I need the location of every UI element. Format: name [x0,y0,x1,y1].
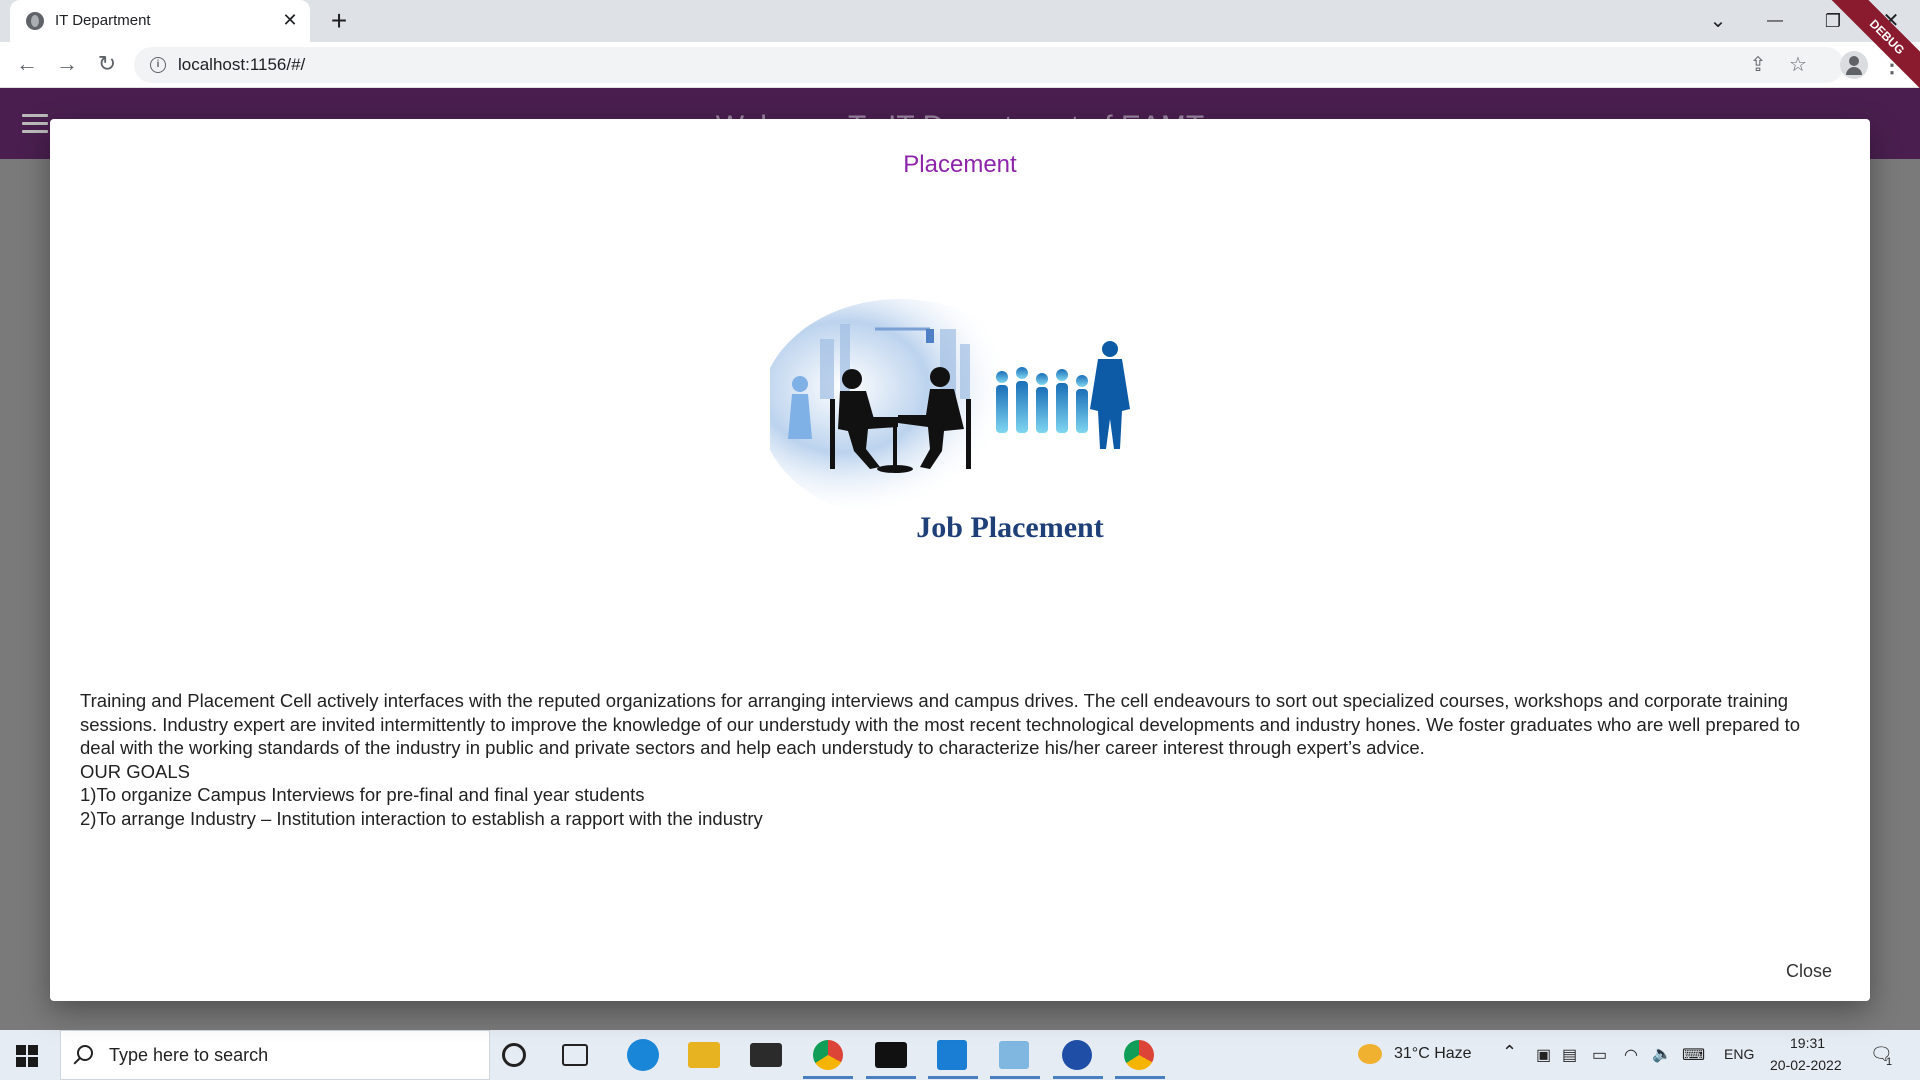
vscode-icon[interactable] [937,1040,967,1070]
meet-now-icon[interactable]: ▣ [1536,1045,1551,1065]
wifi-icon[interactable]: ◠ [1624,1045,1638,1065]
chrome-active-icon[interactable] [1124,1040,1154,1070]
taskbar-search-box[interactable]: Type here to search [60,1030,490,1080]
security-icon[interactable]: ▤ [1562,1045,1577,1065]
weather-text[interactable]: 31°C Haze [1394,1045,1472,1063]
close-button[interactable]: Close [1786,961,1832,982]
clock-date[interactable]: 20-02-2022 [1770,1057,1842,1073]
browser-toolbar: ← → ↻ i localhost:1156/#/ ⇪ ☆ ⋮ [0,42,1920,88]
terminal-icon[interactable] [875,1042,907,1068]
word-icon[interactable] [1062,1040,1092,1070]
globe-icon [26,12,44,30]
running-indicator [866,1076,916,1079]
weather-icon[interactable] [1358,1044,1382,1064]
url-text[interactable]: localhost:1156/#/ [178,55,305,75]
bookmark-star-icon[interactable]: ☆ [1784,51,1812,79]
address-bar[interactable]: i localhost:1156/#/ ⇪ ☆ [134,47,1844,83]
running-indicator [1053,1076,1103,1079]
description-paragraph: Training and Placement Cell actively int… [80,690,1801,758]
tab-title: IT Department [55,12,151,29]
running-indicator [1115,1076,1165,1079]
mail-icon[interactable] [750,1043,782,1067]
taskbar-search-placeholder[interactable]: Type here to search [109,1045,268,1066]
app-icon[interactable] [999,1041,1029,1069]
share-icon[interactable]: ⇪ [1744,51,1772,79]
dialog-title: Placement [903,151,1017,178]
language-indicator[interactable]: ENG [1724,1046,1754,1062]
volume-icon[interactable]: 🔈 [1652,1044,1672,1064]
goals-heading: OUR GOALS [80,760,190,782]
chrome-icon[interactable] [813,1040,843,1070]
forward-button[interactable]: → [52,49,82,79]
profile-icon[interactable] [1840,51,1868,79]
minimize-button[interactable]: — [1760,6,1790,36]
goal-item-2: 2)To arrange Industry – Institution inte… [80,807,763,829]
tab-close-icon[interactable]: ✕ [280,10,300,30]
notification-count: 1 [1886,1056,1893,1068]
job-placement-image: Job Placement [770,299,1130,544]
running-indicator [990,1076,1040,1079]
keyboard-icon[interactable]: ⌨ [1682,1045,1705,1065]
running-indicator [803,1076,853,1079]
goal-item-1: 1)To organize Campus Interviews for pre-… [80,784,645,805]
windows-start-icon[interactable] [16,1045,38,1067]
battery-icon[interactable]: ▭ [1592,1045,1607,1065]
back-button[interactable]: ← [12,49,42,79]
windows-taskbar: Type here to search 31°C Haze ⌃ ▣ ▤ ▭ ◠ … [0,1030,1920,1080]
reload-button[interactable]: ↻ [92,49,122,79]
dialog-body: Training and Placement Cell actively int… [80,689,1840,830]
browser-tab[interactable]: IT Department ✕ [10,0,310,42]
placement-dialog: Placement Job Placement Training and Pla… [50,119,1870,1001]
site-info-icon[interactable]: i [150,57,166,73]
browser-tabstrip: IT Department ✕ + ⌄ — ❐ ✕ [0,0,1920,42]
running-indicator [928,1076,978,1079]
image-caption: Job Placement [916,511,1103,544]
task-view-icon[interactable] [562,1044,588,1066]
edge-icon[interactable] [627,1039,659,1071]
clock-time[interactable]: 19:31 [1790,1035,1825,1051]
search-icon [77,1045,93,1061]
cortana-icon[interactable] [502,1043,526,1067]
file-explorer-icon[interactable] [688,1042,720,1068]
show-hidden-icons-icon[interactable]: ⌃ [1502,1042,1517,1063]
new-tab-button[interactable]: + [324,6,354,36]
tab-search-dropdown-icon[interactable]: ⌄ [1703,6,1733,36]
